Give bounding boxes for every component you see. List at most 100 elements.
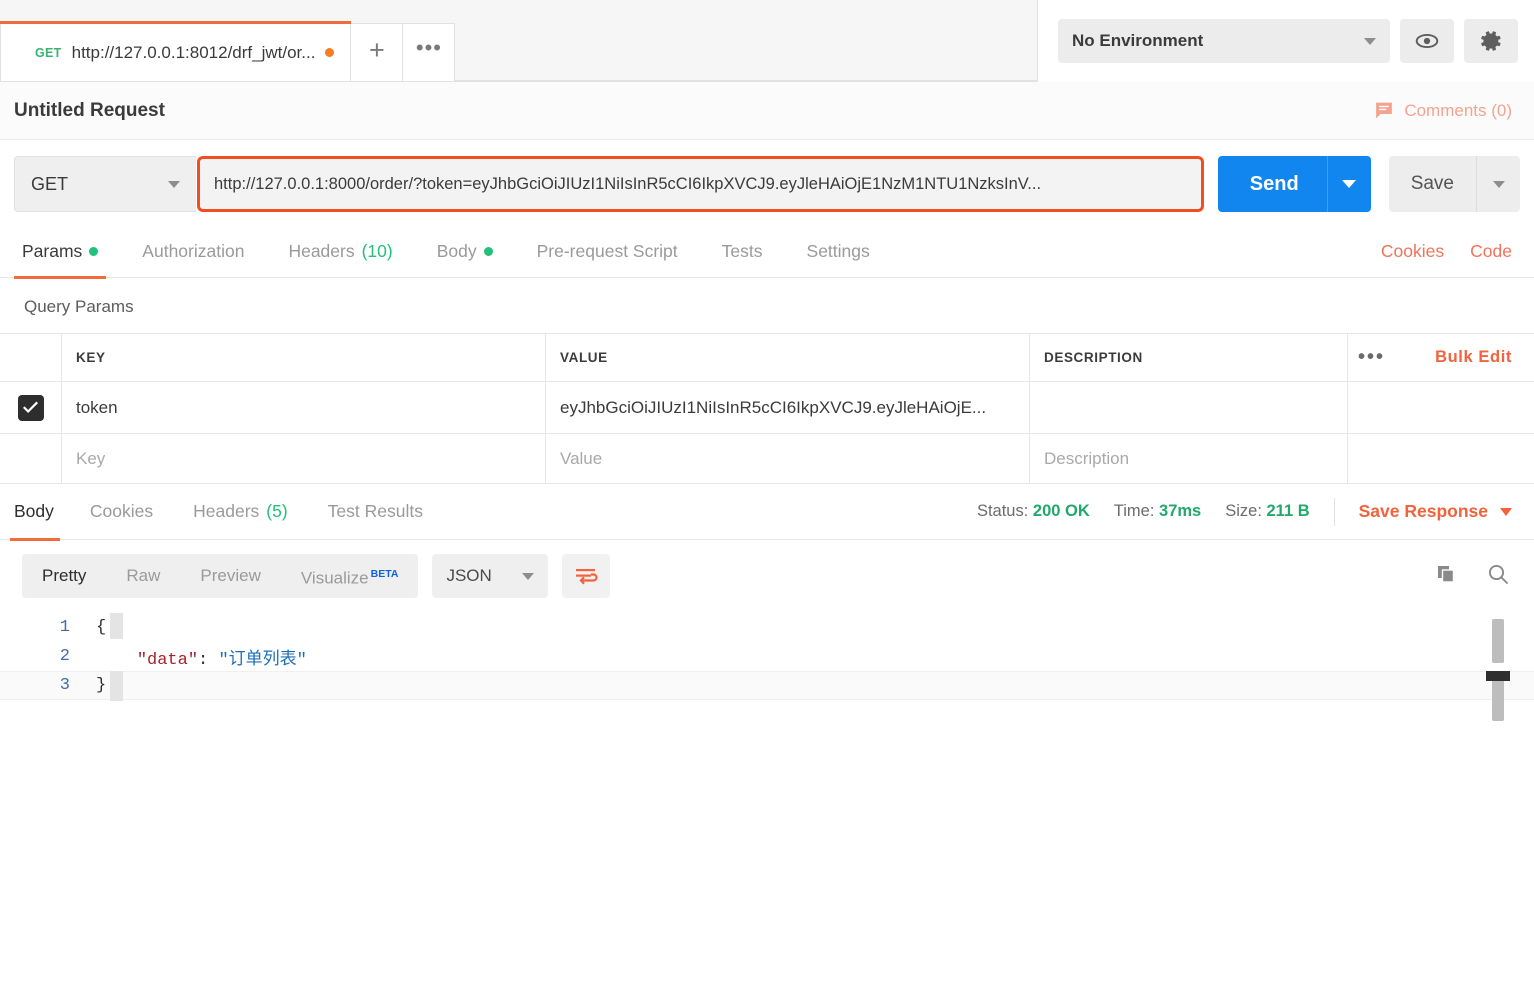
code-vertical-scrollbar[interactable]	[1492, 619, 1504, 663]
params-modified-dot	[89, 247, 98, 256]
bulk-edit-button[interactable]: Bulk Edit	[1435, 348, 1512, 367]
query-params-title: Query Params	[0, 278, 1534, 333]
response-bar: Body Cookies Headers (5) Test Results St…	[0, 484, 1534, 540]
environment-quick-look-button[interactable]	[1400, 19, 1454, 63]
settings-button[interactable]	[1464, 19, 1518, 63]
comment-icon	[1373, 100, 1395, 121]
response-tab-cookies[interactable]: Cookies	[70, 484, 173, 540]
view-mode-pretty[interactable]: Pretty	[22, 554, 106, 598]
view-mode-visualize[interactable]: VisualizeBETA	[281, 552, 419, 601]
page-title: Untitled Request	[14, 100, 165, 122]
row-value-input[interactable]: eyJhbGciOiJIUzI1NiIsInR5cCI6IkpXVCJ9.eyJ…	[560, 398, 986, 418]
time-group: Time: 37ms	[1114, 502, 1201, 521]
word-wrap-button[interactable]	[562, 554, 610, 598]
code-horizontal-scroll-marker[interactable]	[1486, 671, 1510, 681]
tab-pre-request-script[interactable]: Pre-request Script	[515, 226, 700, 278]
tab-bar-spacer	[455, 0, 1037, 81]
status-label: Status:	[977, 502, 1028, 520]
chevron-down-icon	[1500, 508, 1512, 516]
eye-icon	[1414, 28, 1440, 54]
response-tab-test-results[interactable]: Test Results	[308, 484, 443, 540]
copy-response-button[interactable]	[1434, 562, 1458, 591]
comments-label: Comments (0)	[1404, 101, 1512, 121]
ellipsis-icon: •••	[416, 35, 442, 61]
table-options-icon[interactable]: •••	[1358, 346, 1385, 369]
cookies-link[interactable]: Cookies	[1381, 241, 1444, 262]
send-button[interactable]: Send	[1218, 156, 1371, 212]
send-options-button[interactable]	[1327, 156, 1371, 212]
tab-headers[interactable]: Headers (10)	[266, 226, 414, 278]
response-tab-body[interactable]: Body	[0, 484, 70, 540]
request-tabs-list: Params Authorization Headers (10) Body P…	[0, 226, 892, 278]
row-key-input[interactable]: token	[76, 398, 118, 418]
save-button[interactable]: Save	[1389, 156, 1520, 212]
environment-selector[interactable]: No Environment	[1058, 19, 1390, 63]
tab-authorization[interactable]: Authorization	[120, 226, 266, 278]
table-header-row: KEY VALUE DESCRIPTION ••• Bulk Edit	[0, 334, 1534, 382]
save-response-button[interactable]: Save Response	[1359, 501, 1512, 522]
tab-settings[interactable]: Settings	[785, 226, 892, 278]
table-row[interactable]: token eyJhbGciOiJIUzI1NiIsInR5cCI6IkpXVC…	[0, 382, 1534, 434]
search-response-button[interactable]	[1486, 562, 1510, 591]
row-key-cell[interactable]: token	[62, 382, 546, 433]
response-body-viewer[interactable]: 1 { 2 "data": "订单列表" 3 }	[0, 612, 1534, 704]
comments-button[interactable]: Comments (0)	[1373, 100, 1512, 121]
empty-row-key-cell[interactable]: Key	[62, 434, 546, 483]
tab-params[interactable]: Params	[0, 226, 120, 278]
save-response-label: Save Response	[1359, 501, 1488, 522]
time-label: Time:	[1114, 502, 1155, 520]
empty-row-value-input[interactable]: Value	[560, 449, 602, 469]
row-enabled-checkbox[interactable]	[18, 395, 44, 421]
tab-params-label: Params	[22, 241, 82, 262]
status-group: Status: 200 OK	[977, 502, 1090, 521]
request-tab-active[interactable]: GET http://127.0.0.1:8012/drf_jwt/or...	[0, 23, 351, 81]
request-tabs-actions: Cookies Code	[1381, 241, 1512, 262]
response-tab-headers[interactable]: Headers (5)	[173, 484, 308, 540]
view-mode-raw[interactable]: Raw	[106, 554, 180, 598]
row-value-cell[interactable]: eyJhbGciOiJIUzI1NiIsInR5cCI6IkpXVCJ9.eyJ…	[546, 382, 1030, 433]
view-mode-preview[interactable]: Preview	[180, 554, 280, 598]
code-text: {	[96, 618, 106, 637]
code-token-key: "data"	[137, 651, 198, 670]
tab-bar: GET http://127.0.0.1:8012/drf_jwt/or... …	[0, 0, 1534, 82]
response-format-selector[interactable]: JSON	[432, 554, 548, 598]
response-tab-test-results-label: Test Results	[328, 501, 423, 522]
empty-row-key-input[interactable]: Key	[76, 449, 105, 469]
tab-body[interactable]: Body	[415, 226, 515, 278]
row-checkbox-cell[interactable]	[0, 382, 62, 433]
new-tab-button[interactable]: +	[351, 23, 403, 81]
code-line: 3 }	[0, 671, 1534, 700]
row-description-cell[interactable]	[1030, 382, 1348, 433]
code-link[interactable]: Code	[1470, 241, 1512, 262]
empty-row-description-cell[interactable]: Description	[1030, 434, 1348, 483]
http-method-selector[interactable]: GET	[14, 156, 196, 212]
tab-headers-count: (10)	[362, 241, 393, 262]
header-cell-description: DESCRIPTION	[1030, 334, 1348, 381]
code-token: }	[96, 676, 106, 695]
empty-row-value-cell[interactable]: Value	[546, 434, 1030, 483]
status-value: 200 OK	[1033, 502, 1090, 520]
chevron-down-icon	[1493, 181, 1505, 188]
code-vertical-scrollbar-lower[interactable]	[1492, 679, 1504, 721]
word-wrap-icon	[573, 565, 599, 587]
body-modified-dot	[484, 247, 493, 256]
chevron-down-icon	[522, 573, 534, 580]
size-value: 211 B	[1267, 502, 1310, 520]
url-input[interactable]: http://127.0.0.1:8000/order/?token=eyJhb…	[214, 175, 1041, 194]
url-input-highlight[interactable]: http://127.0.0.1:8000/order/?token=eyJhb…	[197, 156, 1204, 212]
tab-options-button[interactable]: •••	[403, 23, 455, 81]
copy-icon	[1434, 562, 1458, 586]
table-row-empty[interactable]: Key Value Description	[0, 434, 1534, 484]
line-number: 2	[0, 647, 96, 666]
environment-area: No Environment	[1037, 0, 1534, 82]
empty-row-description-input[interactable]: Description	[1044, 449, 1129, 469]
tab-headers-label: Headers	[288, 241, 354, 262]
line-number: 3	[0, 676, 96, 695]
code-token: {	[96, 618, 106, 637]
tab-tests[interactable]: Tests	[700, 226, 785, 278]
checkmark-icon	[22, 399, 39, 416]
tab-authorization-label: Authorization	[142, 241, 244, 262]
table-header: KEY VALUE DESCRIPTION ••• Bulk Edit	[0, 334, 1534, 382]
code-token-colon: :	[198, 651, 218, 670]
save-options-button[interactable]	[1476, 156, 1520, 212]
